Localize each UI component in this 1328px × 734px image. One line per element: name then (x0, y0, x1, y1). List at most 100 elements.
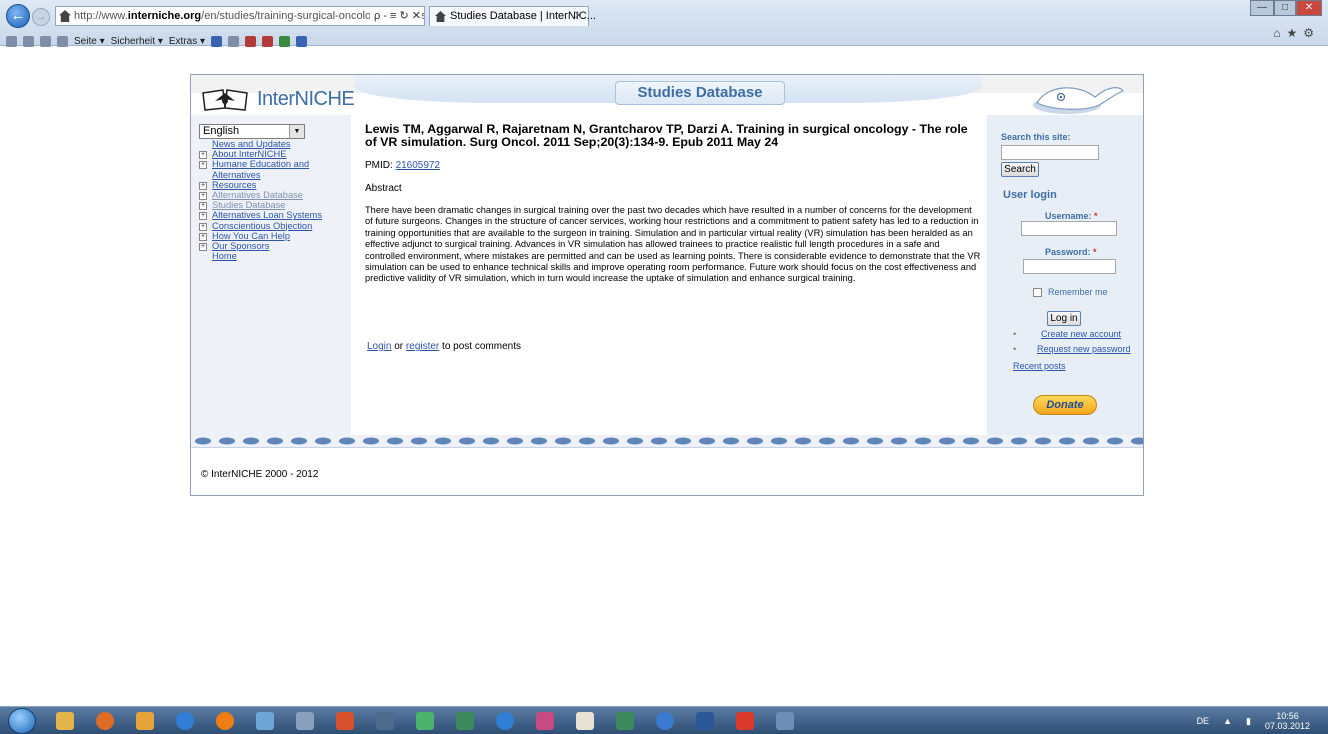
back-button[interactable]: ← (6, 4, 30, 28)
donate-button[interactable]: Donate (1033, 395, 1097, 415)
expand-icon[interactable]: + (199, 159, 212, 179)
expand-icon[interactable]: + (199, 210, 212, 221)
internet-explorer-icon[interactable] (496, 712, 514, 730)
network-icon[interactable]: ▮ (1246, 716, 1251, 727)
expand-icon[interactable]: + (199, 180, 212, 190)
addon-icon[interactable] (228, 35, 239, 47)
app-icon[interactable] (656, 712, 674, 730)
forward-button[interactable]: → (32, 8, 50, 26)
register-link[interactable]: register (406, 341, 439, 352)
animal-silhouette (1107, 437, 1123, 445)
app-icon[interactable] (416, 712, 434, 730)
addon-icon[interactable] (279, 35, 290, 47)
app-icon[interactable] (376, 712, 394, 730)
home-favorites-tools-icons[interactable]: ⌂★⚙ (1273, 26, 1320, 40)
username-field[interactable] (1021, 221, 1117, 236)
tab-studies-database[interactable]: Studies Database | InterNIC... ✕ (429, 6, 596, 26)
language-select[interactable]: English ▼ (199, 124, 305, 139)
tray-arrow-icon[interactable]: ▲ (1223, 716, 1232, 726)
site-logo[interactable]: InterNICHE (201, 83, 355, 117)
opera-icon[interactable] (216, 712, 234, 730)
chevron-down-icon[interactable]: ▼ (289, 125, 304, 138)
animal-silhouette (1035, 437, 1051, 445)
cmd-sicherheit[interactable]: Sicherheit ▾ (111, 36, 163, 47)
sidebar-item-alternatives-database[interactable]: + Alternatives Database (199, 190, 349, 201)
recent-posts-link[interactable]: Recent posts (1013, 361, 1066, 371)
user-login-heading: User login (1003, 189, 1057, 201)
mail-icon[interactable] (40, 35, 51, 47)
sidebar-item-news-and-updates[interactable]: News and Updates (199, 139, 349, 149)
remember-me[interactable]: Remember me (1033, 287, 1108, 298)
url-prefix: http://www. (74, 10, 128, 22)
expand-icon[interactable]: + (199, 200, 212, 211)
app-icon[interactable] (256, 712, 274, 730)
username-label: Username: * (1045, 211, 1098, 221)
word-icon[interactable] (696, 712, 714, 730)
input-language[interactable]: DE (1197, 716, 1210, 726)
clock[interactable]: 10:56 07.03.2012 (1265, 711, 1310, 731)
addon-icon[interactable] (296, 35, 307, 47)
maximize-button[interactable]: □ (1274, 0, 1296, 16)
addon-icon[interactable] (262, 35, 273, 47)
tab-close-icon[interactable]: ✕ (574, 7, 583, 25)
app-icon[interactable] (296, 712, 314, 730)
print-icon[interactable] (57, 35, 68, 47)
sidebar-item-resources[interactable]: + Resources (199, 180, 349, 190)
sidebar-item-label: Humane Education and Alternatives (212, 159, 310, 180)
comment-suffix: to post comments (439, 341, 521, 352)
expand-icon[interactable]: + (199, 241, 212, 252)
sidebar-item-about-interniche[interactable]: + About InterNICHE (199, 149, 349, 160)
login-link[interactable]: Login (367, 341, 391, 352)
app-icon[interactable] (616, 712, 634, 730)
expand-icon[interactable]: + (199, 149, 212, 160)
cmd-seite[interactable]: Seite ▾ (74, 36, 105, 47)
acrobat-icon[interactable] (736, 712, 754, 730)
firefox-icon[interactable] (96, 712, 114, 730)
request-password-link[interactable]: Request new password (1037, 344, 1131, 354)
sidebar-item-studies-database[interactable]: + Studies Database (199, 200, 349, 211)
app-icon[interactable] (576, 712, 594, 730)
app-icon[interactable] (536, 712, 554, 730)
outlook-icon[interactable] (136, 712, 154, 730)
address-bar[interactable]: http://www.interniche.org/en/studies/tra… (55, 6, 425, 26)
close-window-button[interactable]: ✕ (1296, 0, 1322, 16)
addon-icon[interactable] (245, 35, 256, 47)
or-text: or (391, 341, 406, 352)
sidebar-item-our-sponsors[interactable]: + Our Sponsors (199, 241, 349, 252)
pmid-line: PMID: 21605972 (365, 160, 981, 171)
sidebar-item-conscientious-objection[interactable]: + Conscientious Objection (199, 221, 349, 231)
minimize-button[interactable]: — (1250, 0, 1274, 16)
log-in-button[interactable]: Log in (1047, 311, 1081, 326)
pmid-link[interactable]: 21605972 (396, 160, 441, 171)
app-icon[interactable] (456, 712, 474, 730)
search-input[interactable] (1001, 145, 1099, 160)
expand-icon[interactable]: + (199, 231, 212, 241)
animal-silhouette (435, 437, 451, 445)
expand-icon[interactable]: + (199, 221, 212, 231)
sidebar-item-alternatives-loan-systems[interactable]: + Alternatives Loan Systems (199, 210, 349, 221)
animal-silhouette (363, 437, 379, 445)
expand-icon[interactable]: + (199, 190, 212, 201)
create-account-link[interactable]: Create new account (1041, 329, 1121, 339)
feeds-icon[interactable] (23, 35, 34, 47)
explorer-icon[interactable] (56, 712, 74, 730)
animal-silhouette (627, 437, 643, 445)
start-button[interactable] (8, 708, 36, 734)
page-container: Studies Database English ▼ News and Upda… (190, 74, 1144, 496)
animal-silhouette (579, 437, 595, 445)
app-icon[interactable] (336, 712, 354, 730)
address-tools[interactable]: ρ - ≡ ↻ ✕ (370, 7, 421, 25)
help-icon[interactable] (211, 35, 222, 47)
remember-me-checkbox[interactable] (1033, 288, 1042, 298)
sidebar-item-home[interactable]: Home (199, 251, 349, 261)
app-icon[interactable] (776, 712, 794, 730)
cmd-extras[interactable]: Extras ▾ (169, 36, 205, 47)
home-icon[interactable] (6, 35, 17, 47)
internet-explorer-icon[interactable] (176, 712, 194, 730)
password-field[interactable] (1023, 259, 1116, 274)
animal-silhouette (531, 437, 547, 445)
animal-silhouette (915, 437, 931, 445)
search-button[interactable]: Search (1001, 162, 1039, 177)
sidebar-item-how-you-can-help[interactable]: + How You Can Help (199, 231, 349, 241)
sidebar-item-humane-education-and-alternatives[interactable]: + Humane Education and Alternatives (199, 159, 349, 180)
